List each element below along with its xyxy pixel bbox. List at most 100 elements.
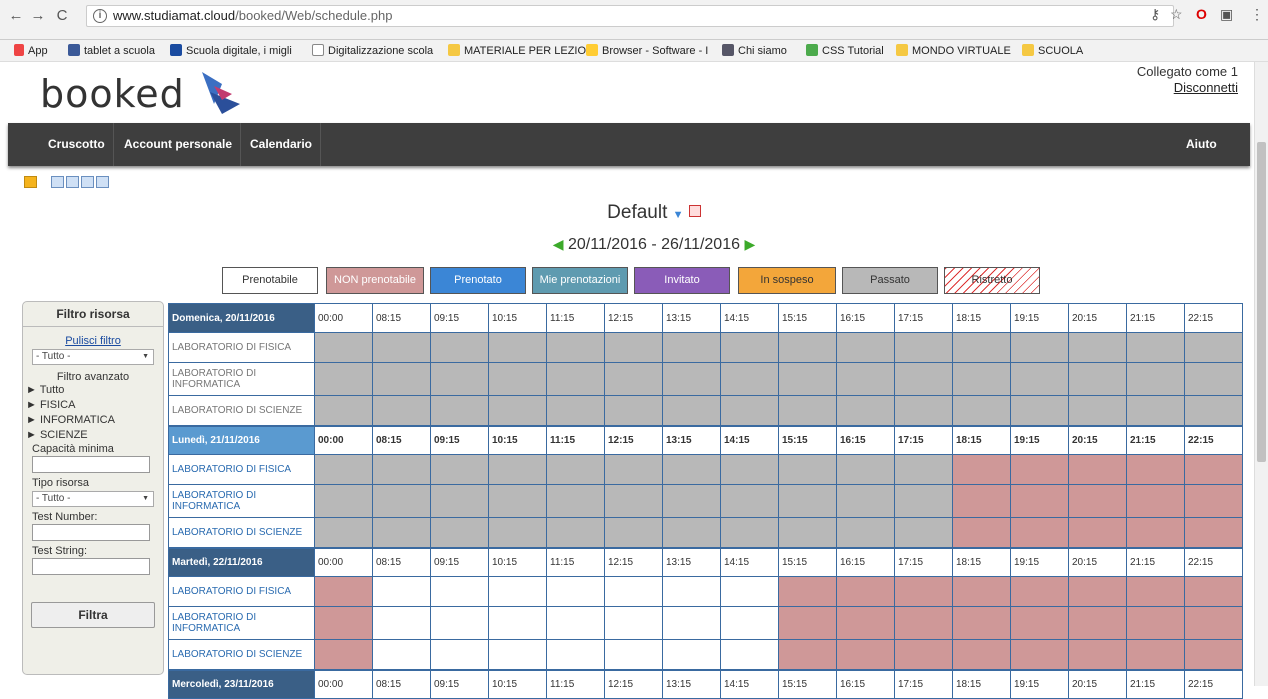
time-slot[interactable] — [604, 639, 663, 670]
time-slot — [1010, 395, 1069, 426]
bookmark-item[interactable]: SCUOLA — [1022, 44, 1083, 58]
time-slot[interactable] — [430, 606, 489, 640]
tree-item-informatics[interactable]: ► INFORMATICA — [26, 413, 163, 428]
time-slot[interactable] — [662, 639, 721, 670]
time-slot[interactable] — [546, 576, 605, 607]
time-slot[interactable] — [430, 576, 489, 607]
view-condensed-icon[interactable] — [96, 176, 110, 188]
scrollbar-thumb[interactable] — [1257, 142, 1266, 462]
clear-filter-link[interactable]: Pulisci filtro — [23, 335, 163, 347]
opera-icon[interactable]: O — [1196, 6, 1207, 22]
time-slot — [1184, 576, 1243, 607]
site-icon — [170, 44, 182, 56]
time-label: 18:15 — [952, 546, 1011, 577]
time-slot — [430, 362, 489, 396]
time-slot — [546, 395, 605, 426]
time-slot[interactable] — [546, 606, 605, 640]
resource-name[interactable]: LABORATORIO DI INFORMATICA — [168, 606, 315, 640]
resource-name[interactable]: LABORATORIO DI INFORMATICA — [168, 484, 315, 518]
view-wide-icon[interactable] — [66, 176, 80, 188]
capacity-input[interactable] — [32, 456, 150, 473]
tree-item-physics[interactable]: ► FISICA — [26, 398, 163, 413]
bookmark-item[interactable]: MATERIALE PER LEZIO — [448, 44, 586, 58]
logout-link[interactable]: Disconnetti — [1174, 80, 1238, 95]
resource-select[interactable]: - Tutto - — [32, 349, 154, 365]
resource-name[interactable]: LABORATORIO DI SCIENZE — [168, 395, 315, 426]
time-slot — [314, 639, 373, 670]
dropdown-icon[interactable]: ▼ — [673, 209, 684, 221]
test-number-input[interactable] — [32, 524, 150, 541]
bookmark-item[interactable]: Digitalizzazione scola — [312, 44, 433, 58]
scrollbar[interactable] — [1254, 62, 1268, 686]
time-slot — [952, 639, 1011, 670]
star-icon[interactable]: ☆ — [1170, 6, 1183, 23]
extension-icon[interactable]: ▣ — [1220, 6, 1233, 23]
resource-name[interactable]: LABORATORIO DI SCIENZE — [168, 639, 315, 670]
test-string-input[interactable] — [32, 558, 150, 575]
filter-button[interactable]: Filtra — [31, 602, 155, 628]
resource-name[interactable]: LABORATORIO DI FISICA — [168, 454, 315, 485]
reload-icon[interactable]: C — [52, 6, 72, 26]
apps-icon — [14, 44, 24, 56]
time-slot[interactable] — [372, 576, 431, 607]
time-slot[interactable] — [720, 576, 779, 607]
bookmark-item[interactable]: Scuola digitale, i migli — [170, 44, 292, 58]
time-slot — [314, 395, 373, 426]
info-icon[interactable]: i — [93, 9, 107, 23]
nav-dashboard[interactable]: Cruscotto — [40, 123, 114, 166]
time-slot[interactable] — [662, 576, 721, 607]
time-slot[interactable] — [720, 606, 779, 640]
time-slot[interactable] — [372, 606, 431, 640]
view-standard-icon[interactable] — [51, 176, 65, 188]
bookmark-item[interactable]: tablet a scuola — [68, 44, 155, 58]
forward-arrow-icon[interactable]: → — [28, 6, 48, 26]
time-slot[interactable] — [488, 576, 547, 607]
resource-name[interactable]: LABORATORIO DI SCIENZE — [168, 517, 315, 548]
time-label: 22:15 — [1184, 424, 1243, 455]
menu-icon[interactable]: ⋮ — [1250, 6, 1264, 23]
prev-week-icon[interactable]: ◀ — [553, 236, 564, 252]
time-label: 09:15 — [430, 546, 489, 577]
time-label: 18:15 — [952, 303, 1011, 333]
logo-mark-icon — [202, 72, 240, 114]
key-icon[interactable]: ⚷ — [1150, 6, 1160, 23]
tree-item-all[interactable]: ► Tutto — [26, 383, 163, 398]
address-bar[interactable]: i www.studiamat.cloud/booked/Web/schedul… — [86, 5, 1174, 27]
view-tall-icon[interactable] — [81, 176, 95, 188]
time-slot — [778, 606, 837, 640]
time-slot[interactable] — [430, 639, 489, 670]
nav-help[interactable]: Aiuto — [1178, 123, 1225, 166]
time-slot[interactable] — [662, 606, 721, 640]
bookmark-item[interactable]: Chi siamo — [722, 44, 787, 58]
time-slot[interactable] — [604, 576, 663, 607]
time-slot[interactable] — [488, 639, 547, 670]
logo[interactable]: booked — [40, 72, 185, 116]
bookmark-item[interactable]: MONDO VIRTUALE — [896, 44, 1011, 58]
resource-name[interactable]: LABORATORIO DI INFORMATICA — [168, 362, 315, 396]
time-slot[interactable] — [372, 639, 431, 670]
type-select[interactable]: - Tutto - — [32, 491, 154, 507]
resource-name[interactable]: LABORATORIO DI FISICA — [168, 332, 315, 363]
bookmark-apps[interactable]: App — [14, 44, 48, 58]
main-nav: Cruscotto Account personale Calendario A… — [8, 123, 1250, 166]
time-slot[interactable] — [720, 639, 779, 670]
resource-name[interactable]: LABORATORIO DI FISICA — [168, 576, 315, 607]
nav-account[interactable]: Account personale — [116, 123, 242, 166]
time-label: 21:15 — [1126, 303, 1185, 333]
time-slot[interactable] — [604, 606, 663, 640]
back-arrow-icon[interactable]: ← — [6, 6, 26, 26]
next-week-icon[interactable]: ▶ — [744, 236, 755, 252]
nav-calendar[interactable]: Calendario — [242, 123, 322, 166]
schedule-title-bar: Default ▼ — [0, 202, 1268, 224]
bookmark-item[interactable]: CSS Tutorial — [806, 44, 884, 58]
calendar-icon[interactable] — [688, 205, 701, 217]
time-slot — [1068, 332, 1127, 363]
time-slot — [314, 362, 373, 396]
bookmark-item[interactable]: Browser - Software - I — [586, 44, 708, 58]
favorite-icon[interactable] — [24, 176, 37, 188]
time-slot[interactable] — [546, 639, 605, 670]
tree-item-science[interactable]: ► SCIENZE — [26, 428, 163, 443]
time-label: 14:15 — [720, 424, 779, 455]
time-slot[interactable] — [488, 606, 547, 640]
time-slot — [1010, 454, 1069, 485]
